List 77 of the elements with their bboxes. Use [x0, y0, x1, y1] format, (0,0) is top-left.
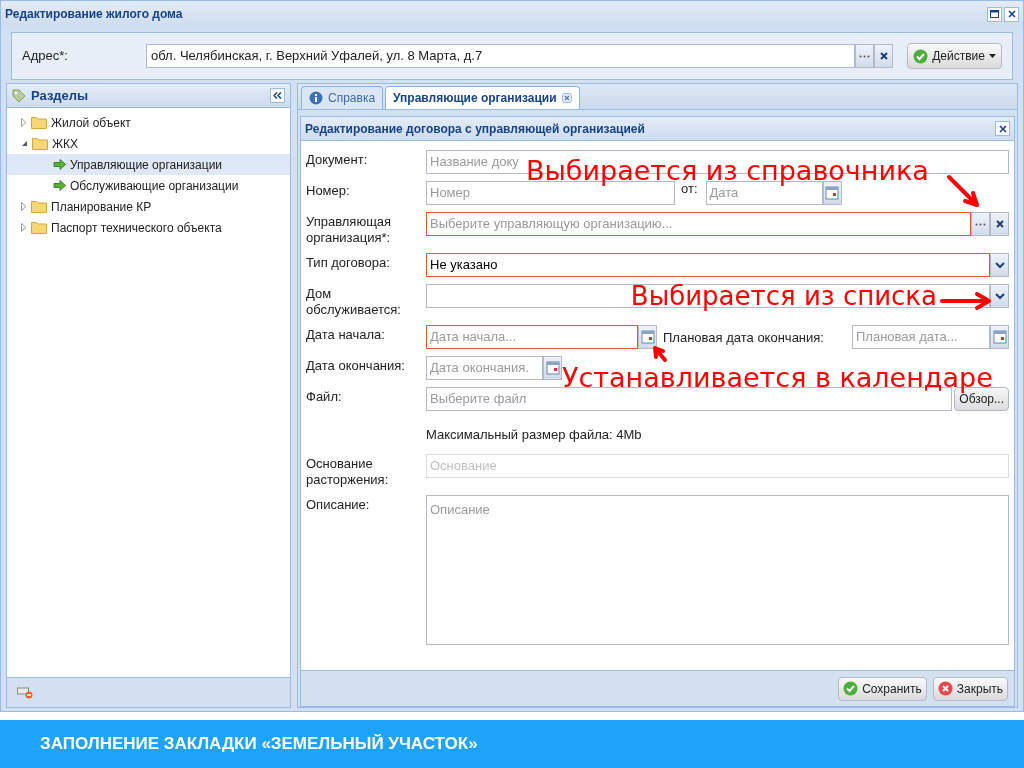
collapsed-icon	[21, 223, 27, 232]
field-label: от:	[681, 181, 698, 198]
dropdown-button[interactable]	[990, 284, 1009, 308]
combo-field[interactable]: Не указано	[426, 253, 990, 277]
close-button[interactable]: Закрыть	[932, 676, 1008, 701]
sidebar-title: Разделы	[31, 86, 89, 105]
action-button[interactable]: Действие	[907, 43, 1002, 69]
maximize-button[interactable]	[987, 6, 1002, 22]
tag-icon	[12, 88, 26, 103]
collapse-button[interactable]	[270, 88, 285, 103]
annotation-arrow	[653, 346, 667, 362]
folder-icon	[31, 200, 47, 213]
close-icon[interactable]	[561, 93, 572, 103]
expanded-icon	[21, 140, 28, 147]
tree-item[interactable]: Планирование КР	[7, 196, 290, 217]
arrow-icon	[53, 180, 66, 191]
more-icon	[859, 54, 871, 58]
save-button[interactable]: Сохранить	[838, 676, 927, 701]
field-label: Дом обслуживается:	[306, 286, 402, 318]
tree-item[interactable]: Жилой объект	[7, 112, 290, 133]
tree-item[interactable]: Управляющие организации	[7, 154, 290, 175]
calendar-icon	[640, 330, 655, 344]
field-label: Номер:	[306, 183, 351, 199]
tree-item[interactable]: Паспорт технического объекта	[7, 217, 290, 238]
window-title: Редактирование жилого дома	[5, 6, 183, 23]
calendar-button[interactable]	[543, 356, 562, 380]
field-label: Плановая дата окончания:	[663, 329, 825, 347]
info-icon	[309, 91, 323, 105]
clear-button[interactable]	[874, 44, 894, 68]
maximize-icon	[990, 10, 999, 18]
tab[interactable]: Управляющие организации	[385, 86, 580, 109]
calendar-icon	[545, 361, 560, 375]
tree-item[interactable]: ЖКХ	[7, 133, 290, 154]
caret-icon	[994, 292, 1005, 300]
form-title: Редактирование договора с управляющей организацией	[305, 120, 645, 138]
double-chevron-icon	[273, 92, 282, 99]
close-icon	[995, 220, 1004, 228]
arrow-icon	[53, 159, 66, 170]
close-icon	[937, 681, 953, 696]
field-label: Дата начала:	[306, 327, 386, 343]
field-label: Управляющая организация*:	[306, 214, 393, 246]
dropdown-button[interactable]	[990, 253, 1009, 277]
annotation-arrow	[940, 292, 991, 310]
clear-button[interactable]	[990, 212, 1009, 236]
collapsed-icon	[21, 118, 27, 127]
calendar-button[interactable]	[638, 325, 657, 349]
folder-icon	[32, 137, 48, 150]
close-icon	[1007, 10, 1016, 18]
collapsed-icon	[21, 202, 27, 211]
tree-item[interactable]: Обслуживающие организации	[7, 175, 290, 196]
close-button[interactable]	[995, 121, 1010, 136]
calendar-icon	[992, 330, 1007, 344]
tab[interactable]: Справка	[301, 86, 384, 109]
check-icon	[843, 681, 859, 696]
field-label: Файл:	[306, 389, 343, 405]
address-field[interactable]: обл. Челябинская, г. Верхний Уфалей, ул. 8 Марта, д.7	[146, 44, 856, 68]
caret-icon	[989, 54, 996, 58]
more-icon	[975, 222, 986, 226]
calendar-button[interactable]	[990, 325, 1009, 349]
remove-icon[interactable]	[17, 686, 33, 699]
check-icon	[913, 48, 929, 64]
field-label: Основание расторжения:	[306, 455, 390, 488]
close-icon	[998, 124, 1007, 133]
caret-icon	[994, 261, 1005, 269]
field-label: Документ:	[306, 152, 369, 168]
calendar-icon	[825, 186, 839, 200]
field-label: Дата окончания:	[306, 358, 406, 374]
field-label: Описание:	[306, 496, 371, 513]
file-size-hint: Максимальный размер файла: 4Mb	[426, 426, 643, 444]
folder-icon	[31, 221, 47, 234]
close-icon	[879, 52, 888, 60]
folder-icon	[31, 116, 47, 129]
field-label: Тип договора:	[306, 255, 391, 271]
caption-text: ЗАПОЛНЕНИЕ ЗАКЛАДКИ «ЗЕМЕЛЬНЫЙ УЧАСТОК»	[40, 733, 478, 756]
close-button[interactable]	[1004, 6, 1019, 22]
annotation-arrow	[947, 175, 979, 207]
field-label: Адрес*:	[22, 47, 69, 66]
